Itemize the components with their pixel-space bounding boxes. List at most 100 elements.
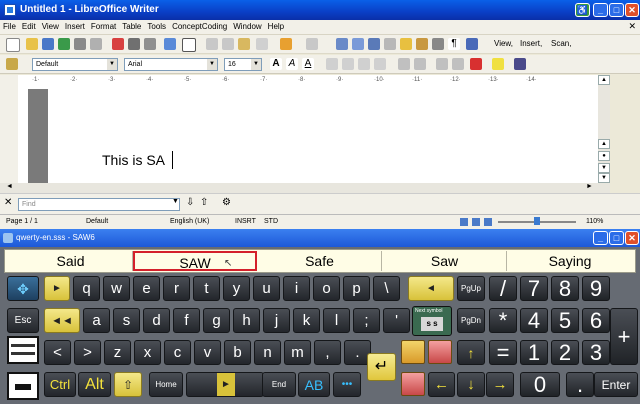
menu-table[interactable]: Table (119, 20, 144, 34)
alt-key[interactable]: Alt (78, 372, 111, 397)
speak-paragraph-icon[interactable] (401, 372, 425, 396)
key-1[interactable]: 1 (520, 340, 548, 365)
ctrl-key[interactable]: Ctrl (44, 372, 76, 397)
undo-icon[interactable] (280, 38, 292, 50)
prediction-4[interactable]: Saw (383, 251, 507, 271)
key-u[interactable]: u (253, 276, 280, 301)
status-zoom[interactable]: 110% (586, 218, 603, 225)
key-m[interactable]: m (284, 340, 311, 365)
key-x[interactable]: x (134, 340, 161, 365)
find-replace-icon[interactable]: ⚙ (222, 197, 231, 208)
shift-key[interactable]: ⇧ (114, 372, 142, 397)
key-a[interactable]: a (83, 308, 110, 333)
redo-icon[interactable] (306, 38, 318, 50)
key-9[interactable]: 9 (582, 276, 610, 301)
key-comma[interactable]: , (314, 340, 341, 365)
key-d[interactable]: d (143, 308, 170, 333)
align-center-icon[interactable] (342, 58, 354, 70)
word-left-key[interactable]: ◄◄ (44, 308, 80, 333)
speak-sentence-icon[interactable] (428, 340, 452, 364)
cursor-right-small-key[interactable]: ► (44, 276, 70, 301)
maximize-button[interactable]: □ (609, 3, 624, 17)
enter-key[interactable]: Enter (594, 372, 638, 397)
key-8[interactable]: 8 (551, 276, 579, 301)
end-key[interactable]: End (262, 372, 296, 397)
font-name-select[interactable]: Arial ▼ (124, 58, 218, 71)
horizontal-scrollbar[interactable]: ◄ ► (0, 183, 610, 193)
document-text[interactable]: This is SA (102, 152, 165, 168)
key-k[interactable]: k (293, 308, 320, 333)
paste-icon[interactable] (238, 38, 250, 50)
key-backslash[interactable]: \ (373, 276, 400, 301)
key-e[interactable]: e (133, 276, 160, 301)
arrow-right-key[interactable]: → (486, 372, 514, 397)
pdf-icon[interactable] (112, 38, 124, 50)
key-b[interactable]: b (224, 340, 251, 365)
menu-tools[interactable]: Tools (144, 20, 169, 34)
key-5[interactable]: 5 (551, 308, 579, 333)
key-w[interactable]: w (103, 276, 130, 301)
highlight-icon[interactable] (492, 58, 504, 70)
prediction-2-selected[interactable]: SAW (133, 251, 257, 271)
page-preview-icon[interactable] (144, 38, 156, 50)
print-icon[interactable] (74, 38, 86, 50)
menu-window[interactable]: Window (230, 20, 264, 34)
move-arrows-icon[interactable]: ✥ (7, 276, 39, 301)
key-3[interactable]: 3 (582, 340, 610, 365)
autospell-icon[interactable] (182, 38, 196, 52)
scroll-left-icon[interactable]: ◄ (6, 183, 13, 190)
font-size-select[interactable]: 16 ▼ (224, 58, 262, 71)
key-g[interactable]: g (203, 308, 230, 333)
image-icon[interactable] (368, 38, 380, 50)
key-6[interactable]: 6 (582, 308, 610, 333)
key-less-than[interactable]: < (44, 340, 71, 365)
dots-key[interactable]: ••• (333, 372, 361, 397)
background-color-icon[interactable] (514, 58, 526, 70)
hyperlink-icon[interactable] (336, 38, 348, 50)
table-icon[interactable] (352, 38, 364, 50)
key-equals[interactable]: = (489, 340, 517, 365)
menu-insert[interactable]: Insert (62, 20, 88, 34)
key-r[interactable]: r (163, 276, 190, 301)
edit-icon[interactable] (58, 38, 70, 50)
key-l[interactable]: l (323, 308, 350, 333)
pgdn-key[interactable]: PgDn (457, 308, 485, 333)
close-find-icon[interactable]: ✕ (4, 197, 12, 208)
key-y[interactable]: y (223, 276, 250, 301)
italic-icon[interactable]: A (286, 58, 298, 70)
cursor-left-small-key[interactable]: ◄ (408, 276, 454, 301)
ab-key[interactable]: AB (298, 372, 330, 397)
bullets-icon[interactable] (414, 58, 426, 70)
document-area[interactable] (18, 89, 598, 183)
justify-icon[interactable] (374, 58, 386, 70)
menu-format[interactable]: Format (88, 20, 119, 34)
key-4[interactable]: 4 (520, 308, 548, 333)
open-icon[interactable] (26, 38, 38, 50)
key-j[interactable]: j (263, 308, 290, 333)
kbd-maximize-button[interactable]: □ (609, 231, 624, 245)
single-page-view-icon[interactable] (460, 218, 468, 226)
shift-lock-indicator[interactable] (7, 336, 39, 364)
key-f[interactable]: f (173, 308, 200, 333)
key-asterisk[interactable]: * (489, 308, 517, 333)
prediction-3[interactable]: Safe (258, 251, 382, 271)
key-apostrophe[interactable]: ' (383, 308, 410, 333)
key-q[interactable]: q (73, 276, 100, 301)
navigator-icon[interactable] (400, 38, 412, 50)
cut-icon[interactable] (206, 38, 218, 50)
key-7[interactable]: 7 (520, 276, 548, 301)
key-decimal[interactable]: . (566, 372, 594, 397)
find-input[interactable]: Find (18, 198, 180, 211)
numbering-icon[interactable] (398, 58, 410, 70)
styles-icon[interactable] (6, 58, 18, 70)
find-dropdown-icon[interactable]: ▼ (172, 198, 179, 205)
key-p[interactable]: p (343, 276, 370, 301)
toolbar-view-text[interactable]: View, (494, 39, 513, 48)
align-right-icon[interactable] (358, 58, 370, 70)
save-icon[interactable] (42, 38, 54, 50)
key-t[interactable]: t (193, 276, 220, 301)
key-i[interactable]: i (283, 276, 310, 301)
chart-icon[interactable] (384, 38, 396, 50)
key-v[interactable]: v (194, 340, 221, 365)
menu-file[interactable]: File (0, 20, 19, 34)
